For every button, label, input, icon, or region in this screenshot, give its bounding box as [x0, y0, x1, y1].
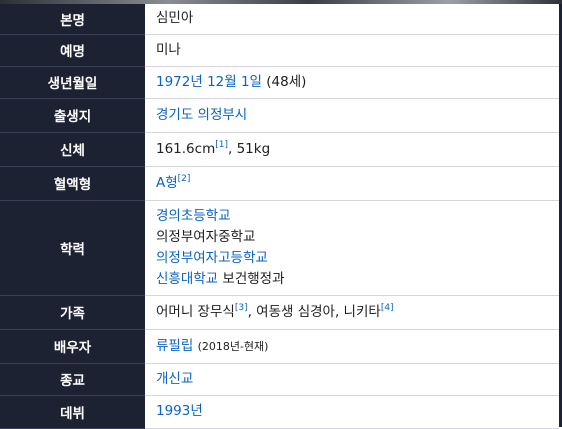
school-middle: 의정부여자중학교	[156, 228, 256, 245]
value-religion: 개신교	[145, 363, 559, 396]
row-body: 신체 161.6cm[1], 51kg	[0, 132, 559, 167]
value-spouse: 류필립 (2018년-현재)	[145, 329, 559, 364]
row-debut: 데뷔 1993년	[0, 395, 559, 429]
family-mother: 어머니 장무식	[156, 303, 235, 320]
birth-date-link[interactable]: 1972년 12월 1일	[156, 74, 262, 90]
row-family: 가족 어머니 장무식[3], 여동생 심경아, 니키타[4]	[0, 295, 559, 330]
label-stage-name: 예명	[0, 34, 145, 67]
school-elementary-link[interactable]: 경의초등학교	[156, 206, 559, 227]
label-education: 학력	[0, 200, 145, 296]
debut-year-link[interactable]: 1993년	[156, 403, 203, 419]
birthplace-link[interactable]: 경기도 의정부시	[156, 107, 247, 123]
birth-age: (48세)	[266, 73, 307, 90]
label-spouse: 배우자	[0, 329, 145, 364]
family-siblings: , 여동생 심경아, 니키타	[247, 303, 381, 320]
value-body: 161.6cm[1], 51kg	[145, 132, 559, 167]
value-family: 어머니 장무식[3], 여동생 심경아, 니키타[4]	[145, 295, 559, 330]
label-birthplace: 출생지	[0, 98, 145, 133]
row-religion: 종교 개신교	[0, 363, 559, 396]
row-education: 학력 경의초등학교 의정부여자중학교 의정부여자고등학교 신흥대학교 보건행정과	[0, 200, 559, 296]
value-education: 경의초등학교 의정부여자중학교 의정부여자고등학교 신흥대학교 보건행정과	[145, 200, 559, 296]
value-debut: 1993년	[145, 395, 559, 429]
spouse-period: (2018년-현재)	[197, 339, 269, 353]
row-blood: 혈액형 A형[2]	[0, 166, 559, 201]
row-birth: 생년월일 1972년 12월 1일 (48세)	[0, 66, 559, 99]
ref-2-link[interactable]: [2]	[178, 174, 191, 184]
row-birthplace: 출생지 경기도 의정부시	[0, 98, 559, 133]
value-birth: 1972년 12월 1일 (48세)	[145, 66, 559, 99]
religion-link[interactable]: 개신교	[156, 371, 193, 387]
body-height: 161.6cm	[156, 140, 216, 157]
infobox: 본명 심민아 예명 미나 생년월일 1972년 12월 1일 (48세) 출생지…	[0, 4, 562, 429]
ref-4-link[interactable]: [4]	[381, 303, 394, 313]
label-real-name: 본명	[0, 4, 145, 35]
label-religion: 종교	[0, 363, 145, 396]
ref-1-link[interactable]: [1]	[215, 140, 228, 150]
school-college-link[interactable]: 신흥대학교	[156, 271, 218, 287]
row-spouse: 배우자 류필립 (2018년-현재)	[0, 329, 559, 364]
value-stage-name: 미나	[145, 34, 559, 67]
ref-3-link[interactable]: [3]	[235, 303, 248, 313]
blood-type-link[interactable]: A형	[156, 175, 178, 191]
label-family: 가족	[0, 295, 145, 330]
spouse-link[interactable]: 류필립	[156, 338, 193, 354]
label-blood: 혈액형	[0, 166, 145, 201]
college-major: 보건행정과	[218, 270, 285, 287]
school-high-link[interactable]: 의정부여자고등학교	[156, 248, 559, 269]
value-birthplace: 경기도 의정부시	[145, 98, 559, 133]
value-blood: A형[2]	[145, 166, 559, 201]
row-stage-name: 예명 미나	[0, 34, 559, 67]
row-real-name: 본명 심민아	[0, 4, 559, 35]
infobox-table: 본명 심민아 예명 미나 생년월일 1972년 12월 1일 (48세) 출생지…	[0, 4, 559, 429]
label-body: 신체	[0, 132, 145, 167]
body-weight: , 51kg	[227, 140, 271, 157]
label-debut: 데뷔	[0, 395, 145, 429]
label-birth: 생년월일	[0, 66, 145, 99]
value-real-name: 심민아	[145, 4, 559, 35]
